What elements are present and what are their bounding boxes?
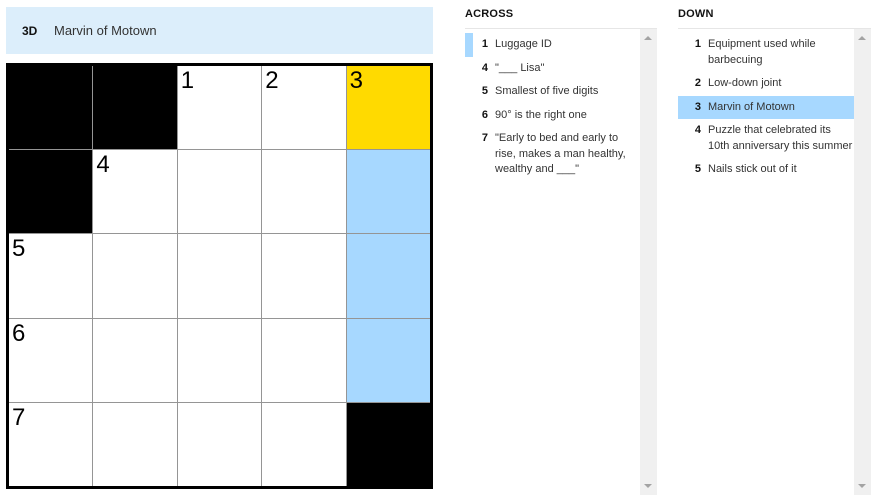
- scroll-down-icon[interactable]: [858, 484, 866, 488]
- cell-number: 7: [12, 403, 26, 431]
- clue-text: Nails stick out of it: [708, 163, 797, 175]
- down-title: DOWN: [678, 8, 871, 29]
- across-clue-item[interactable]: 1 Luggage ID: [465, 33, 640, 57]
- crossword-grid: 1 2 3 4 5 6 7: [6, 63, 433, 489]
- down-clue-item[interactable]: 4 Puzzle that celebrated its 10th anniver…: [678, 119, 854, 158]
- grid-cell[interactable]: [346, 150, 430, 234]
- grid-cell[interactable]: 7: [9, 402, 93, 486]
- clue-number: 1: [694, 38, 701, 50]
- cell-number: 3: [349, 67, 363, 94]
- clue-text: Equipment used while barbecuing: [708, 38, 816, 66]
- grid-cell[interactable]: [262, 234, 346, 318]
- grid-cell[interactable]: [262, 150, 346, 234]
- grid-cell[interactable]: [177, 234, 262, 318]
- down-clue-item[interactable]: 3 Marvin of Motown: [678, 95, 854, 119]
- grid-cell[interactable]: [93, 318, 177, 402]
- across-clue-item[interactable]: 5 Smallest of five digits: [465, 80, 640, 104]
- clue-text: "___ Lisa": [495, 61, 545, 74]
- clue-text: Low-down joint: [708, 77, 782, 89]
- grid-cell[interactable]: [262, 318, 346, 402]
- down-clue-list: DOWN 1 Equipment used while barbecuing 2 Lo…: [678, 8, 871, 495]
- grid-cell[interactable]: 3: [346, 66, 430, 150]
- clue-number: 4: [694, 124, 701, 136]
- grid-cell-block: [9, 66, 93, 150]
- down-clue-item[interactable]: 1 Equipment used while barbecuing: [678, 33, 854, 72]
- current-clue-text: Marvin of Motown: [54, 23, 157, 38]
- across-clue-item[interactable]: 4 "___ Lisa": [465, 57, 640, 81]
- grid-cell[interactable]: [93, 402, 177, 486]
- down-scrollbar[interactable]: [854, 29, 871, 495]
- grid-cell[interactable]: 5: [9, 234, 93, 318]
- grid-cell[interactable]: [262, 402, 346, 486]
- clue-number: 4: [481, 61, 488, 74]
- grid-cell[interactable]: 4: [93, 150, 177, 234]
- cell-number: 4: [96, 151, 110, 179]
- across-clue-item[interactable]: 6 90° is the right one: [465, 104, 640, 128]
- clue-number: 6: [481, 108, 488, 121]
- down-clue-item[interactable]: 5 Nails stick out of it: [678, 158, 854, 182]
- down-list-body: 1 Equipment used while barbecuing 2 Low-dow…: [678, 29, 871, 495]
- current-clue-number: 3D: [22, 23, 38, 38]
- clue-number: 7: [481, 132, 488, 144]
- across-scrollbar[interactable]: [640, 29, 657, 495]
- scroll-down-icon[interactable]: [644, 484, 652, 488]
- down-clue-item[interactable]: 2 Low-down joint: [678, 72, 854, 96]
- cell-number: 5: [12, 235, 26, 263]
- grid-cell[interactable]: [177, 402, 262, 486]
- grid-cell[interactable]: [346, 234, 430, 318]
- clue-text: "Early to bed and early to rise, makes a…: [495, 132, 626, 175]
- clue-text: Luggage ID: [495, 38, 552, 50]
- clue-text: Puzzle that celebrated its 10th annivers…: [708, 124, 853, 152]
- cell-number: 1: [180, 67, 195, 94]
- clue-number: 1: [481, 38, 488, 50]
- clue-text: Marvin of Motown: [708, 100, 795, 113]
- grid-cell[interactable]: [346, 318, 430, 402]
- grid-cell[interactable]: [177, 318, 262, 402]
- cell-number: 6: [12, 319, 26, 347]
- grid-cell[interactable]: 6: [9, 318, 93, 402]
- scroll-up-icon[interactable]: [858, 36, 866, 40]
- clue-number: 2: [694, 77, 701, 89]
- scroll-up-icon[interactable]: [644, 36, 652, 40]
- grid-cell-block: [346, 402, 430, 486]
- clue-number: 3: [694, 100, 701, 113]
- grid-cell-block: [93, 66, 177, 150]
- grid-cell[interactable]: [177, 150, 262, 234]
- grid-cell[interactable]: [93, 234, 177, 318]
- grid-cell[interactable]: 2: [262, 66, 346, 150]
- across-list-body: 1 Luggage ID 4 "___ Lisa" 5 Smallest of five …: [465, 29, 657, 495]
- grid-cell-block: [9, 150, 93, 234]
- cell-number: 2: [265, 67, 279, 94]
- clue-number: 5: [694, 163, 701, 175]
- across-title: ACROSS: [465, 8, 657, 29]
- clue-text: 90° is the right one: [495, 108, 587, 121]
- clue-number: 5: [481, 85, 488, 97]
- across-clue-item[interactable]: 7 "Early to bed and early to rise, makes …: [465, 127, 640, 182]
- clue-text: Smallest of five digits: [495, 85, 599, 97]
- grid-cell[interactable]: 1: [177, 66, 262, 150]
- current-clue-bar: 3D Marvin of Motown: [6, 7, 433, 54]
- across-clue-list: ACROSS 1 Luggage ID 4 "___ Lisa" 5 Smallest o…: [465, 8, 657, 495]
